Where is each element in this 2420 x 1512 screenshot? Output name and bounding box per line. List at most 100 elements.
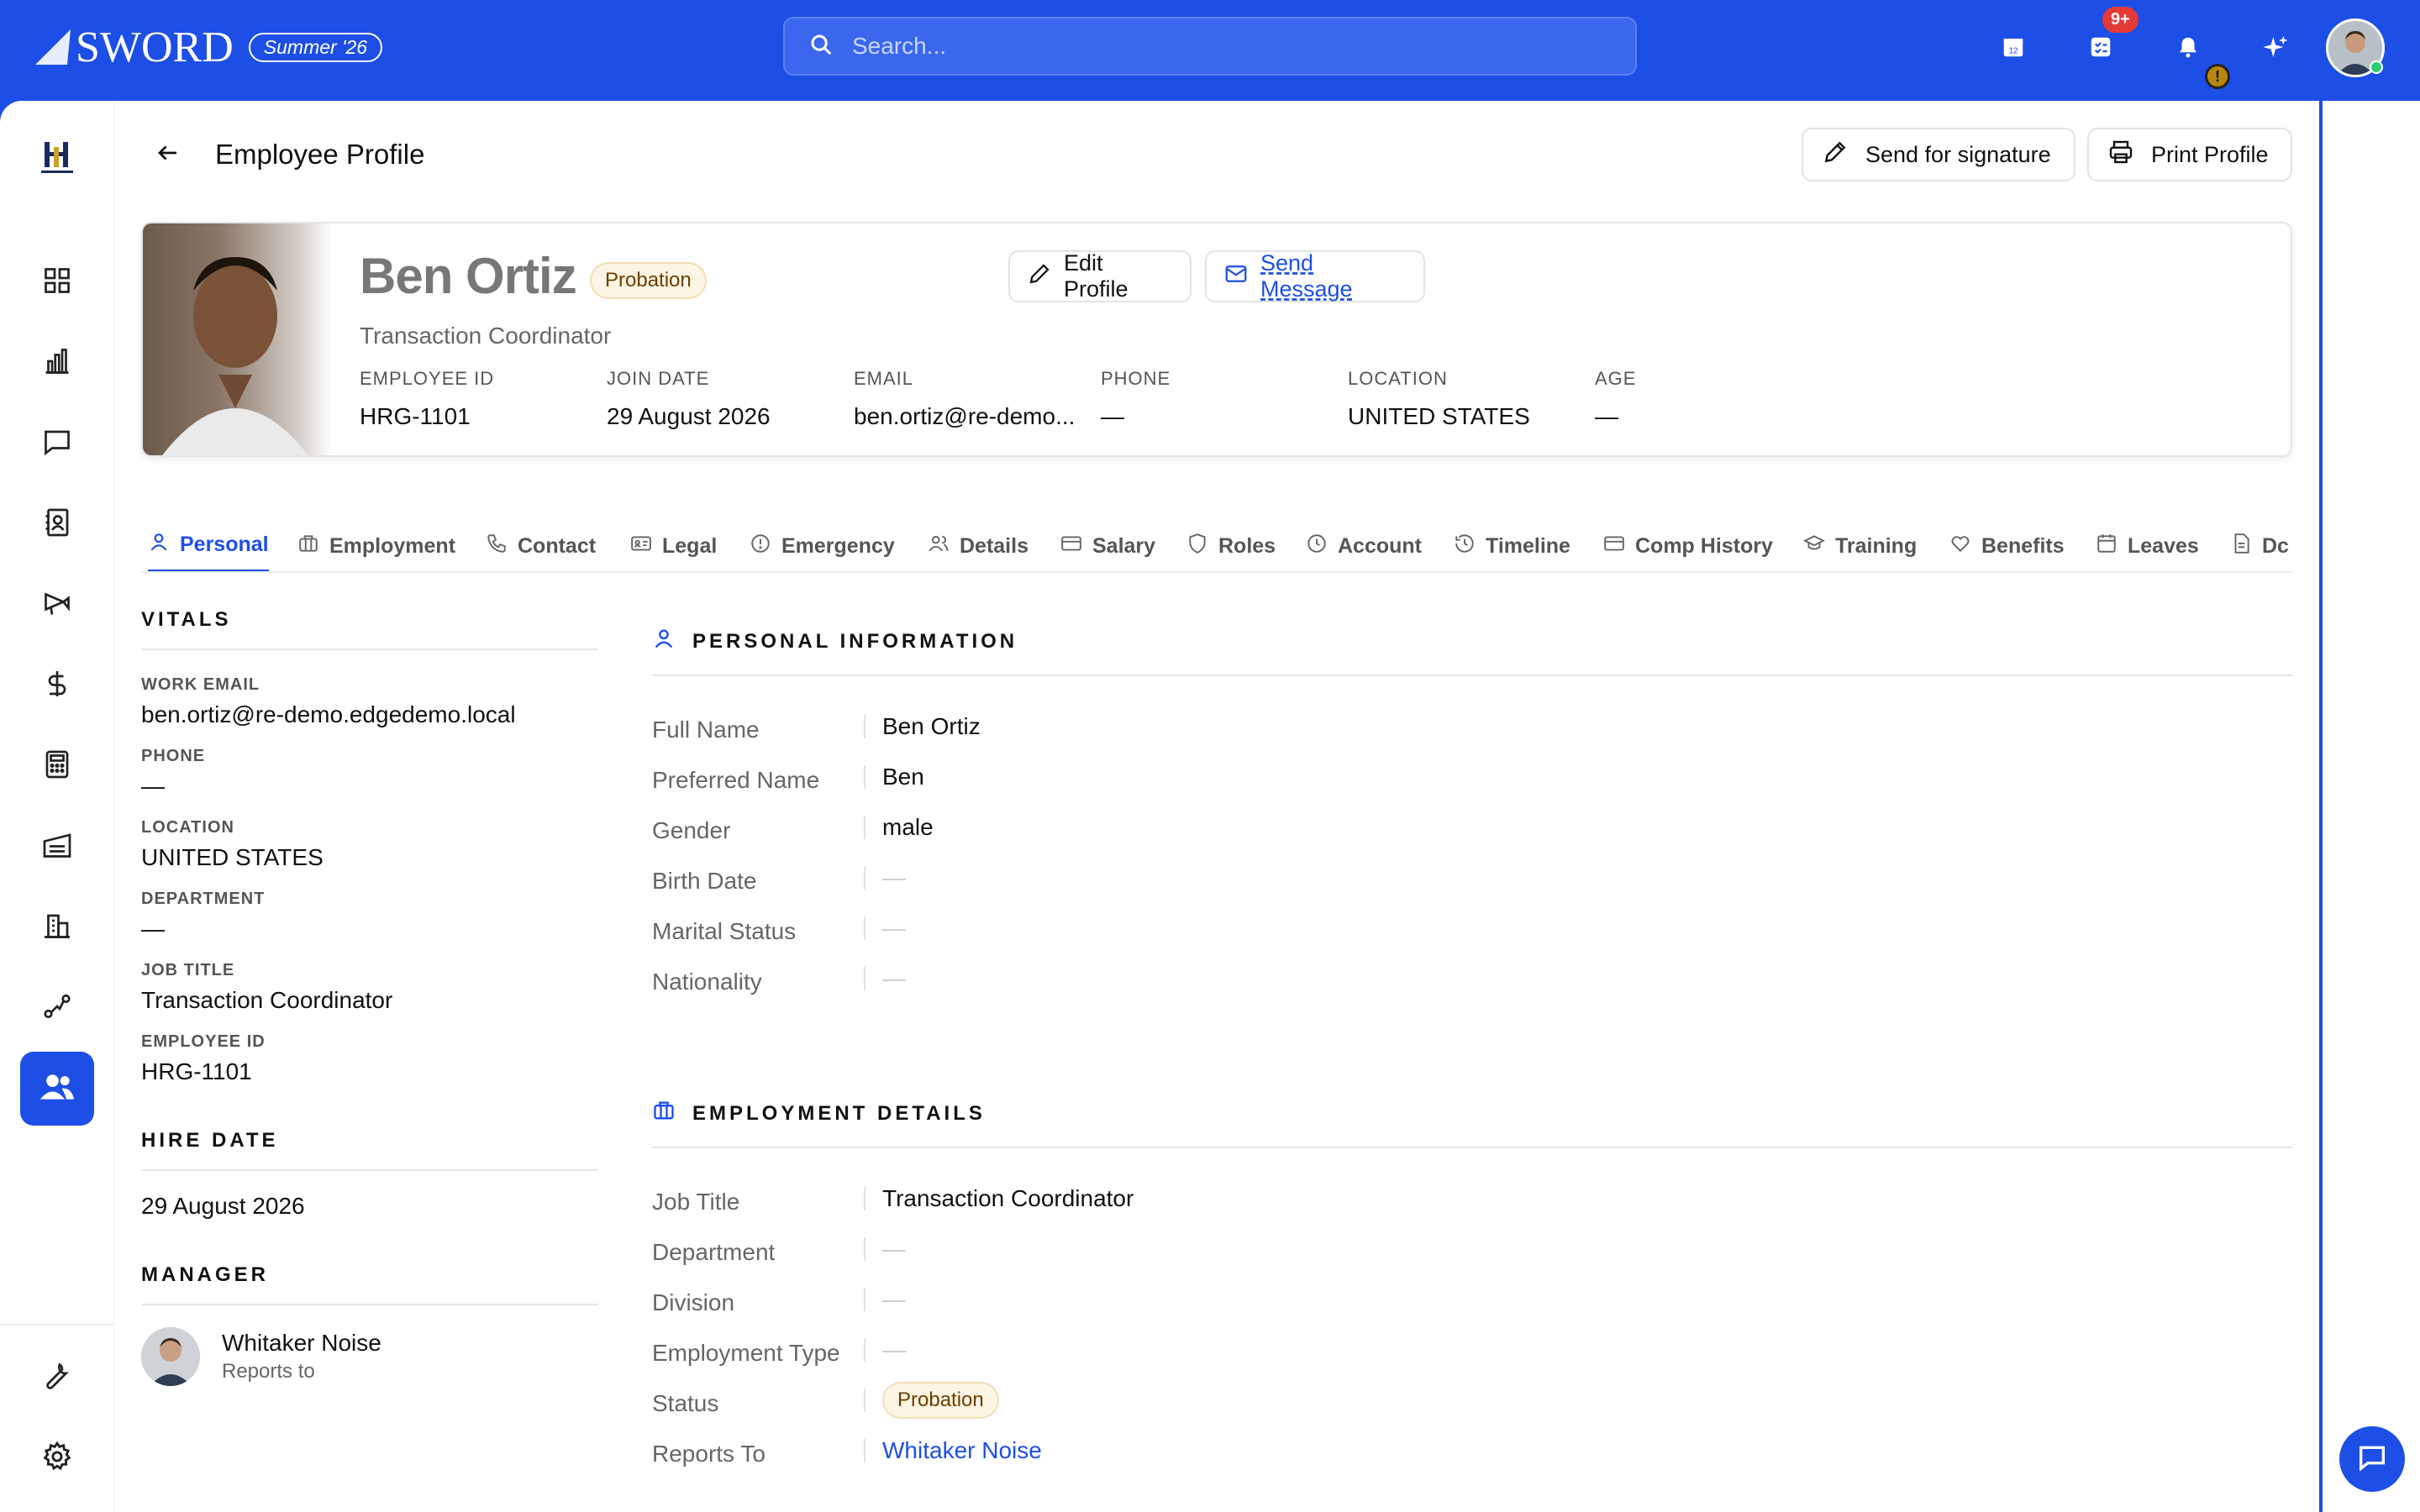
nav-workflows[interactable] [20, 971, 94, 1045]
hire-date-heading: HIRE DATE [141, 1129, 598, 1171]
tab-legal[interactable]: Legal [630, 519, 718, 571]
tasks-icon[interactable] [2084, 30, 2118, 64]
arrow-left-icon [155, 140, 181, 170]
global-search[interactable] [783, 17, 1637, 76]
field-value: — [882, 965, 906, 991]
tab-label: Employment [329, 533, 456, 558]
sparkle-ai-icon[interactable] [2259, 30, 2292, 64]
manager-card[interactable]: Whitaker Noise Reports to [141, 1327, 598, 1386]
dollar-icon [42, 669, 72, 703]
profile-photo [143, 223, 331, 455]
employment-details-section: EMPLOYMENT DETAILS Job Title Transaction … [652, 1099, 2292, 1476]
field-label: Nationality [652, 969, 762, 995]
field-divider [864, 1237, 865, 1261]
personal-information-section: PERSONAL INFORMATION Full Name Ben Ortiz … [652, 627, 2292, 1004]
tab-contact[interactable]: Contact [486, 519, 596, 571]
fact-value: HRG-1101 [360, 403, 471, 429]
nav-collapse[interactable] [20, 1504, 94, 1512]
reports-to-link[interactable]: Whitaker Noise [882, 1437, 1042, 1464]
vital-value: ben.ortiz@re-demo.edgedemo.local [141, 701, 516, 727]
rail-divider [0, 1324, 114, 1326]
tab-employment[interactable]: Employment [297, 519, 456, 571]
field-division: Division — [652, 1274, 2292, 1325]
nav-settings[interactable] [20, 1421, 94, 1495]
mail-icon [1223, 261, 1260, 292]
search-icon [808, 32, 834, 61]
tab-label: Leaves [2128, 533, 2199, 558]
edit-profile-button[interactable]: Edit Profile [1008, 250, 1192, 302]
field-label: Reports To [652, 1441, 765, 1467]
field-value: Transaction Coordinator [882, 1185, 1134, 1211]
nav-analytics[interactable] [20, 326, 94, 400]
tab-comp-history[interactable]: Comp History [1603, 519, 1773, 571]
fact-value: UNITED STATES [1348, 403, 1530, 429]
app-logo[interactable]: SWORD Summer '26 [34, 22, 383, 72]
id-card-icon [630, 533, 662, 560]
field-value: — [882, 864, 906, 890]
field-divider [864, 866, 865, 890]
fact-label: JOIN DATE [607, 368, 710, 389]
chat-button[interactable] [2339, 1426, 2405, 1492]
section-title: EMPLOYMENT DETAILS [692, 1101, 986, 1125]
route-icon [42, 991, 72, 1026]
phone-icon [486, 533, 518, 560]
nav-finance[interactable] [20, 648, 94, 722]
tab-benefits[interactable]: Benefits [1949, 519, 2065, 571]
calculator-icon [42, 749, 72, 784]
nav-tools[interactable] [20, 1341, 94, 1415]
tab-label: Comp History [1635, 533, 1773, 558]
send-message-label: Send Message [1260, 250, 1353, 302]
employee-role: Transaction Coordinator [360, 323, 612, 349]
nav-warehouse[interactable] [20, 810, 94, 884]
right-side-strip [2319, 101, 2420, 1512]
tab-label: Legal [662, 533, 718, 558]
release-badge: Summer '26 [248, 32, 383, 62]
tab-roles[interactable]: Roles [1186, 519, 1276, 571]
tab-salary[interactable]: Salary [1060, 519, 1155, 571]
print-profile-label: Print Profile [2151, 141, 2269, 167]
building-icon [42, 911, 72, 945]
tab-personal[interactable]: Personal [148, 519, 269, 571]
nav-campaigns[interactable] [20, 568, 94, 642]
field-label: Full Name [652, 717, 760, 743]
tab-training[interactable]: Training [1802, 519, 1918, 571]
nav-employees[interactable] [20, 1052, 94, 1126]
field-marital-status: Marital Status — [652, 903, 2292, 953]
field-divider [864, 765, 865, 789]
tab-account[interactable]: Account [1306, 519, 1422, 571]
printer-icon [2107, 139, 2151, 171]
tab-emergency[interactable]: Emergency [750, 519, 895, 571]
clock-icon [1306, 533, 1338, 560]
fact-label: PHONE [1101, 368, 1171, 389]
nav-dashboard[interactable] [20, 245, 94, 319]
bell-icon[interactable] [2171, 30, 2205, 64]
tab-details[interactable]: Details [928, 519, 1028, 571]
nav-calculator[interactable] [20, 729, 94, 803]
field-divider [864, 715, 865, 738]
online-status-dot [2370, 60, 2383, 74]
tab-timeline[interactable]: Timeline [1454, 519, 1570, 571]
tab-documents[interactable]: Dc [2230, 519, 2289, 571]
field-value: Ben [882, 764, 924, 790]
tab-label: Training [1835, 533, 1918, 558]
field-nationality: Nationality — [652, 953, 2292, 1004]
field-divider [864, 1389, 865, 1412]
print-profile-button[interactable]: Print Profile [2087, 128, 2292, 181]
nav-buildings[interactable] [20, 890, 94, 964]
field-full-name: Full Name Ben Ortiz [652, 701, 2292, 752]
tab-leaves[interactable]: Leaves [2096, 519, 2199, 571]
field-label: Job Title [652, 1189, 740, 1215]
horizon-logo-icon[interactable] [30, 131, 84, 185]
send-message-button[interactable]: Send Message [1205, 250, 1425, 302]
megaphone-icon [42, 588, 72, 622]
back-button[interactable] [148, 134, 188, 175]
vital-location: LOCATION UNITED STATES [141, 818, 598, 871]
nav-directory[interactable] [20, 487, 94, 561]
tab-label: Roles [1218, 533, 1276, 558]
send-for-signature-button[interactable]: Send for signature [1802, 128, 2075, 181]
search-input[interactable] [852, 33, 1608, 60]
field-label: Gender [652, 817, 731, 843]
calendar-icon[interactable]: 12 [1996, 30, 2030, 64]
credit-card-icon [1603, 533, 1635, 560]
nav-messages[interactable] [20, 407, 94, 480]
